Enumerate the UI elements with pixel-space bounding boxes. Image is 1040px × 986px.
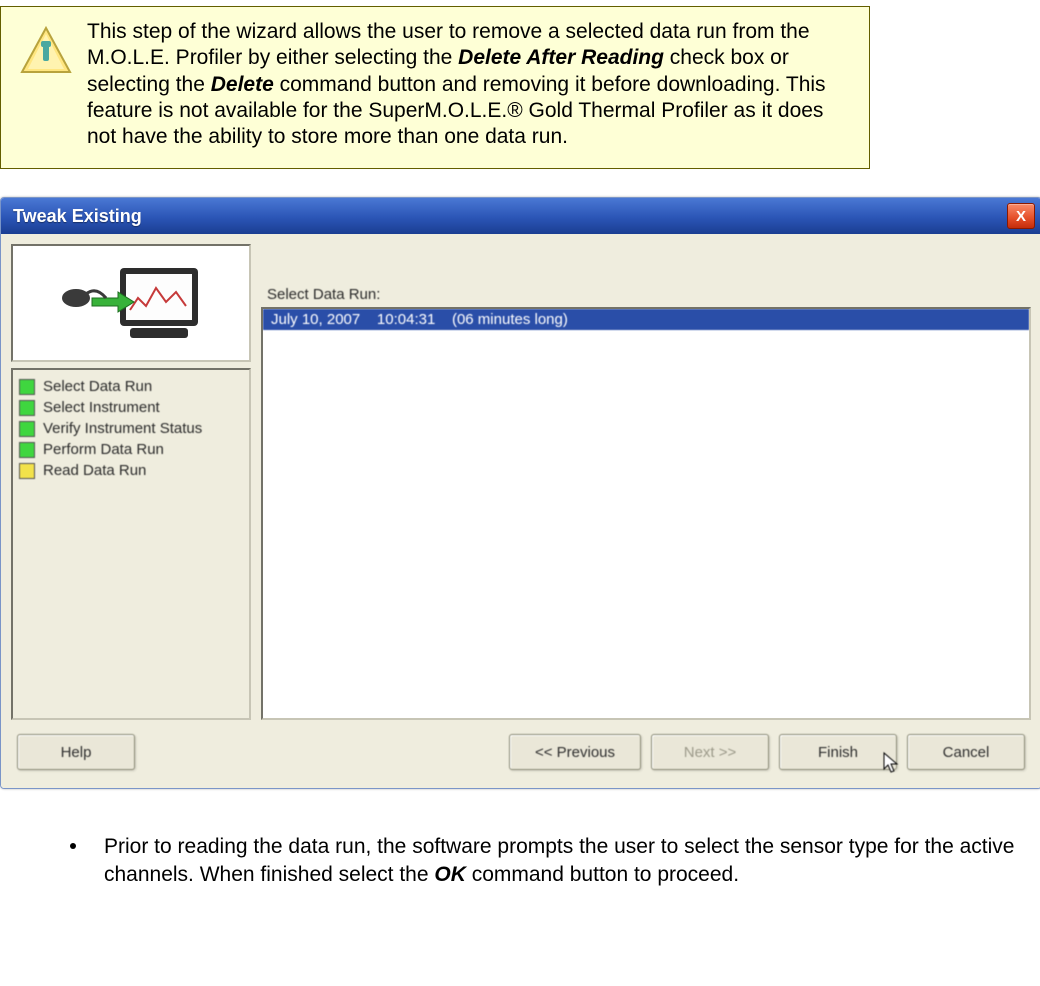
step-item: Verify Instrument Status: [17, 418, 245, 439]
data-run-listbox[interactable]: July 10, 2007 10:04:31 (06 minutes long): [261, 307, 1031, 720]
step-status-icon: [19, 463, 35, 479]
window-title: Tweak Existing: [13, 206, 142, 227]
cursor-icon: [882, 751, 902, 779]
step-status-icon: [19, 442, 35, 458]
step-item: Select Data Run: [17, 376, 245, 397]
step-item: Select Instrument: [17, 397, 245, 418]
help-button[interactable]: Help: [17, 734, 135, 770]
step-item: Perform Data Run: [17, 439, 245, 460]
list-item[interactable]: July 10, 2007 10:04:31 (06 minutes long): [263, 309, 1029, 330]
info-callout: This step of the wizard allows the user …: [0, 6, 870, 169]
wizard-header-image: [11, 244, 251, 362]
bullet-list: Prior to reading the data run, the softw…: [0, 833, 1040, 888]
info-text: This step of the wizard allows the user …: [87, 19, 851, 150]
wizard-dialog: Tweak Existing X: [0, 197, 1040, 789]
finish-button[interactable]: Finish: [779, 734, 897, 770]
next-button: Next >>: [651, 734, 769, 770]
close-icon: X: [1016, 208, 1026, 225]
titlebar: Tweak Existing X: [1, 198, 1040, 234]
close-button[interactable]: X: [1007, 203, 1035, 229]
step-status-icon: [19, 379, 35, 395]
previous-button[interactable]: << Previous: [509, 734, 641, 770]
wizard-button-row: Help << Previous Next >> Finish Cancel: [11, 720, 1031, 778]
dialog-body: Select Data Run Select Instrument Verify…: [1, 234, 1040, 788]
cancel-button[interactable]: Cancel: [907, 734, 1025, 770]
step-item: Read Data Run: [17, 460, 245, 481]
step-status-icon: [19, 400, 35, 416]
bullet-dot-icon: [70, 843, 76, 849]
bullet-text: Prior to reading the data run, the softw…: [104, 833, 1040, 888]
list-label: Select Data Run:: [261, 244, 1031, 307]
step-status-icon: [19, 421, 35, 437]
tip-icon: [19, 25, 77, 84]
bullet-item: Prior to reading the data run, the softw…: [0, 833, 1040, 888]
wizard-steps-list: Select Data Run Select Instrument Verify…: [11, 368, 251, 720]
